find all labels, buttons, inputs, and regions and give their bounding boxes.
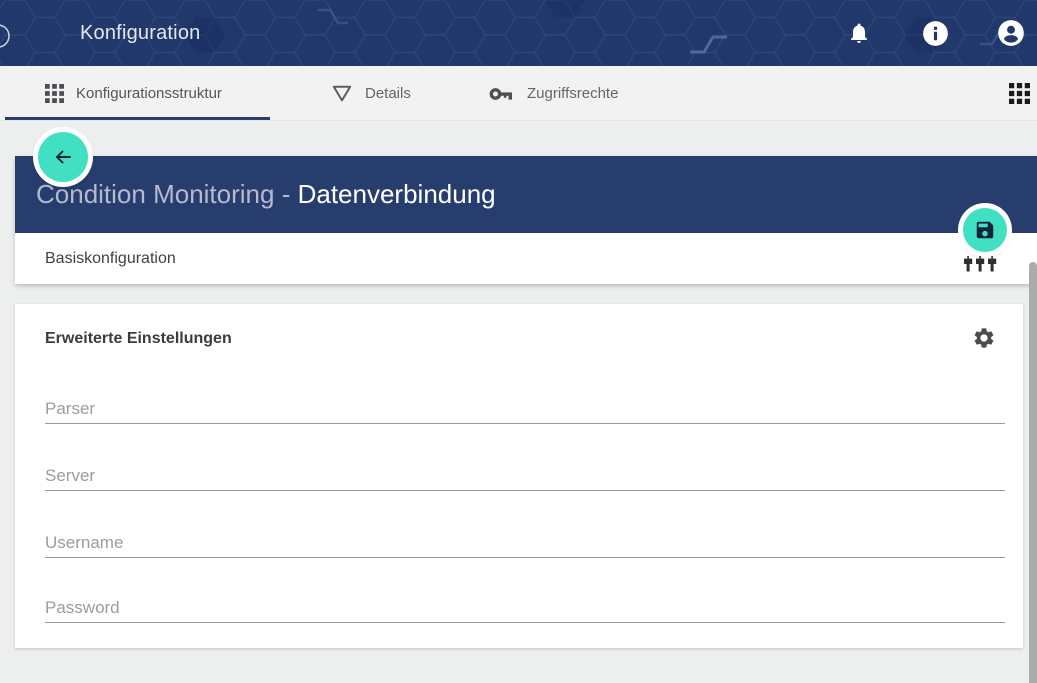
tab-label: Konfigurationsstruktur [76,85,222,102]
info-icon [922,20,949,47]
tab-bar: Konfigurationsstruktur Details Zugriffsr… [0,66,1037,121]
settings-card: Erweiterte Einstellungen [15,304,1023,648]
save-button[interactable] [963,208,1007,252]
field-password [45,593,1005,623]
arrow-left-icon [51,145,75,169]
gear-icon [972,326,996,350]
bell-icon [847,21,871,45]
panel-title-highlight: Datenverbindung [298,179,496,209]
password-input[interactable] [45,593,1005,623]
partial-logo-circle [0,23,11,49]
tab-details[interactable]: Details [331,66,411,121]
info-button[interactable] [921,19,949,47]
field-username [45,528,1005,558]
vertical-scrollbar-thumb[interactable] [1029,262,1037,683]
field-parser [45,394,1005,424]
active-tab-indicator [5,117,270,120]
settings-gear-button[interactable] [971,326,997,352]
tab-label: Zugriffsrechte [527,85,618,102]
username-input[interactable] [45,528,1005,558]
parser-input[interactable] [45,394,1005,424]
filter-icon [331,84,353,104]
grid-menu-button[interactable] [1008,83,1030,105]
settings-input-composite-icon [963,256,998,273]
tab-zugriffsrechte[interactable]: Zugriffsrechte [489,66,618,121]
key-icon [489,84,515,104]
panel-card: Condition Monitoring - Datenverbindung B… [15,156,1037,284]
back-button[interactable] [38,132,88,182]
subsection-row[interactable]: Basiskonfiguration [15,233,1037,284]
grid-menu-icon [1009,83,1030,104]
header-actions [845,0,1025,66]
panel-title-prefix: Condition Monitoring - [36,179,298,209]
save-icon [974,219,996,241]
settings-input-composite-button[interactable] [962,255,999,274]
grid-icon [45,84,64,103]
tab-label: Details [365,85,411,102]
settings-card-title: Erweiterte Einstellungen [45,330,232,348]
field-server [45,461,1005,491]
page-title: Konfiguration [80,0,200,66]
server-input[interactable] [45,461,1005,491]
account-icon [997,19,1025,47]
subsection-label: Basiskonfiguration [45,250,176,268]
account-button[interactable] [997,19,1025,47]
notifications-button[interactable] [845,19,873,47]
panel-title: Condition Monitoring - Datenverbindung [36,179,496,210]
app-header: Konfiguration [0,0,1037,66]
tab-konfigurationsstruktur[interactable]: Konfigurationsstruktur [45,66,222,121]
panel-header: Condition Monitoring - Datenverbindung [15,156,1037,233]
